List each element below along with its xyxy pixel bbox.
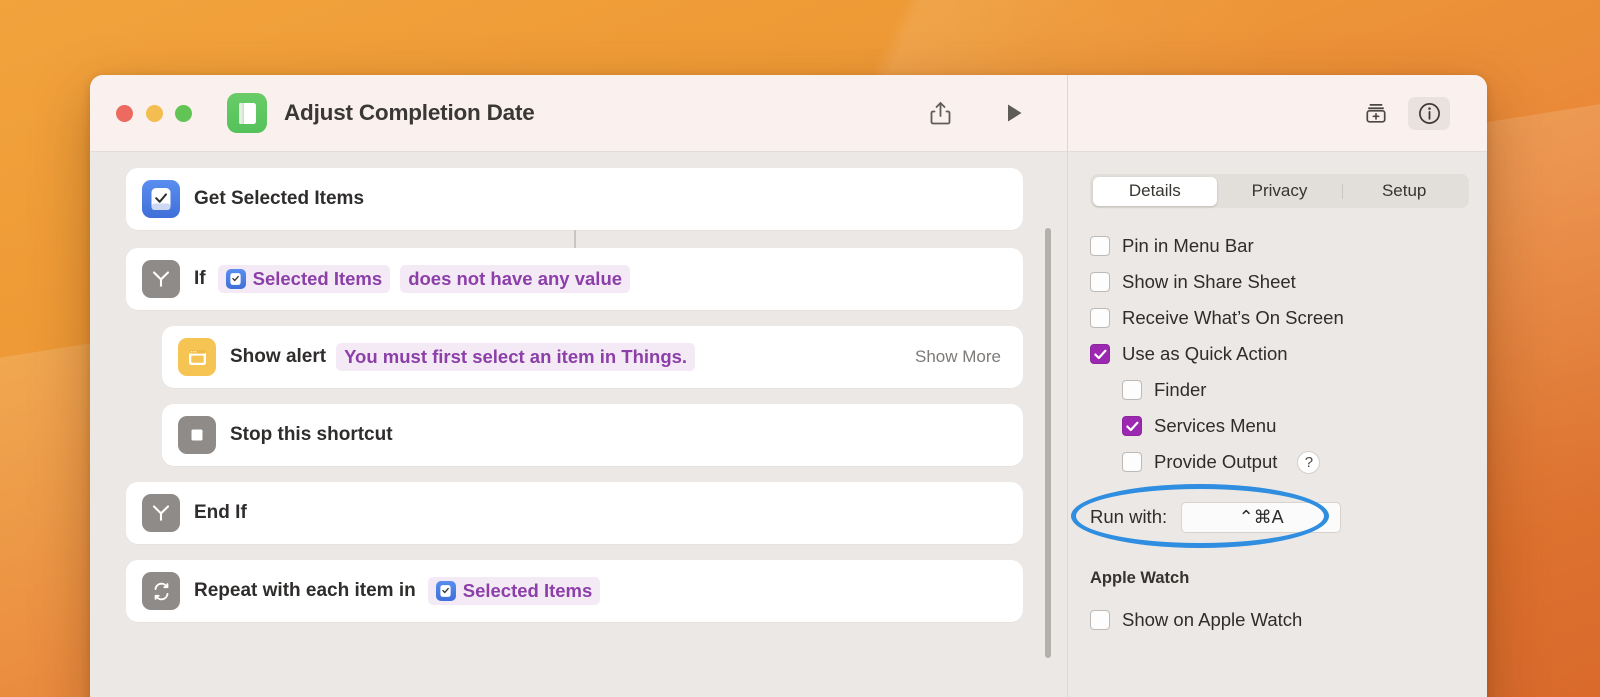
inspector-tabs: Details Privacy Setup — [1090, 174, 1469, 208]
shortcuts-window: Adjust Completion Date Get Selected Item… — [90, 75, 1487, 697]
details-options: Pin in Menu Bar Show in Share Sheet Rece… — [1090, 228, 1469, 480]
run-with-label: Run with: — [1090, 506, 1168, 527]
add-action-icon[interactable] — [1355, 97, 1397, 130]
editor-scrollbar[interactable] — [1045, 228, 1051, 658]
checkbox[interactable] — [1090, 236, 1110, 256]
action-label: End If — [194, 502, 247, 523]
checkbox[interactable] — [1122, 380, 1142, 400]
variable-token-selected-items[interactable]: Selected Items — [217, 265, 391, 293]
checkbox[interactable] — [1122, 452, 1142, 472]
things-mini-icon — [225, 269, 246, 289]
option-label: Use as Quick Action — [1122, 343, 1288, 364]
share-icon[interactable] — [923, 98, 957, 128]
action-label: Show alert — [230, 346, 327, 367]
checkbox[interactable] — [1090, 308, 1110, 328]
info-icon[interactable] — [1408, 96, 1450, 130]
token-label: Selected Items — [252, 268, 383, 289]
token-label: Selected Items — [462, 580, 593, 601]
keyboard-shortcut-field[interactable]: ⌃⌘A — [1181, 501, 1342, 533]
shortcut-app-icon — [227, 93, 267, 133]
option-show-on-apple-watch[interactable]: Show on Apple Watch — [1090, 602, 1469, 638]
play-icon[interactable] — [997, 98, 1031, 128]
option-finder[interactable]: Finder — [1090, 372, 1469, 408]
things-mini-icon — [435, 581, 456, 601]
action-card-stop-this-shortcut[interactable]: Stop this shortcut — [162, 404, 1023, 466]
option-pin-in-menu-bar[interactable]: Pin in Menu Bar — [1090, 228, 1469, 264]
titlebar-actions — [923, 98, 1049, 128]
option-label: Show on Apple Watch — [1122, 609, 1303, 630]
tab-privacy[interactable]: Privacy — [1217, 177, 1342, 206]
titlebar-left: Adjust Completion Date — [90, 75, 1067, 152]
option-label: Provide Output — [1154, 451, 1278, 472]
action-card-show-alert[interactable]: Show alert You must first select an item… — [162, 326, 1023, 388]
action-label: Stop this shortcut — [230, 424, 393, 445]
option-services-menu[interactable]: Services Menu — [1090, 408, 1469, 444]
option-label: Services Menu — [1154, 415, 1277, 436]
condition-token[interactable]: does not have any value — [400, 265, 631, 293]
stop-square-icon — [178, 416, 216, 454]
tab-setup[interactable]: Setup — [1341, 177, 1467, 206]
checkbox[interactable] — [1090, 272, 1110, 292]
close-button[interactable] — [116, 104, 133, 122]
desktop-background: Adjust Completion Date Get Selected Item… — [0, 0, 1600, 697]
window-titlebar: Adjust Completion Date — [90, 75, 1487, 152]
option-provide-output[interactable]: Provide Output ? — [1090, 444, 1469, 480]
titlebar-right — [1067, 75, 1487, 152]
tab-details[interactable]: Details — [1092, 176, 1218, 206]
action-card-end-if[interactable]: End If — [126, 482, 1023, 544]
show-more-link[interactable]: Show More — [915, 347, 1007, 367]
option-use-as-quick-action[interactable]: Use as Quick Action — [1090, 336, 1469, 372]
action-card-get-selected-items[interactable]: Get Selected Items — [126, 168, 1023, 230]
traffic-light-controls — [116, 104, 192, 122]
branch-icon — [142, 494, 180, 532]
action-label: Repeat with each item in — [194, 580, 416, 601]
checkbox[interactable] — [1090, 344, 1110, 364]
window-body: Get Selected Items If Selected Items doe… — [90, 152, 1487, 697]
action-label: Get Selected Items — [194, 188, 365, 209]
action-label: If — [194, 268, 206, 289]
help-icon[interactable]: ? — [1297, 450, 1321, 474]
window-title: Adjust Completion Date — [284, 100, 535, 125]
option-label: Pin in Menu Bar — [1122, 235, 1254, 256]
option-receive-whats-on-screen[interactable]: Receive What’s On Screen — [1090, 300, 1469, 336]
action-card-if[interactable]: If Selected Items does not have any valu… — [126, 248, 1023, 310]
minimize-button[interactable] — [145, 104, 163, 122]
alert-window-icon — [178, 338, 216, 376]
branch-icon — [142, 260, 180, 298]
checkbox[interactable] — [1122, 416, 1142, 436]
option-label: Receive What’s On Screen — [1122, 307, 1344, 328]
apple-watch-heading: Apple Watch — [1090, 569, 1190, 587]
option-label: Show in Share Sheet — [1122, 271, 1296, 292]
checkbox[interactable] — [1090, 610, 1110, 630]
zoom-button[interactable] — [175, 104, 192, 122]
alert-message-token[interactable]: You must first select an item in Things. — [336, 343, 696, 371]
inspector-pane: Details Privacy Setup Pin in Menu Bar Sh… — [1067, 152, 1487, 697]
run-with-row: Run with: ⌃⌘A — [1071, 484, 1469, 548]
action-connector — [573, 230, 576, 248]
things-checkbox-icon — [142, 180, 180, 218]
option-show-in-share-sheet[interactable]: Show in Share Sheet — [1090, 264, 1469, 300]
option-label: Finder — [1154, 379, 1207, 400]
action-list: Get Selected Items If Selected Items doe… — [90, 168, 1067, 622]
action-card-repeat-with-each[interactable]: Repeat with each item in Selected Items — [126, 560, 1023, 622]
repeat-icon — [142, 572, 180, 610]
shortcut-editor-pane: Get Selected Items If Selected Items doe… — [90, 152, 1067, 697]
variable-token-selected-items[interactable]: Selected Items — [427, 577, 601, 605]
